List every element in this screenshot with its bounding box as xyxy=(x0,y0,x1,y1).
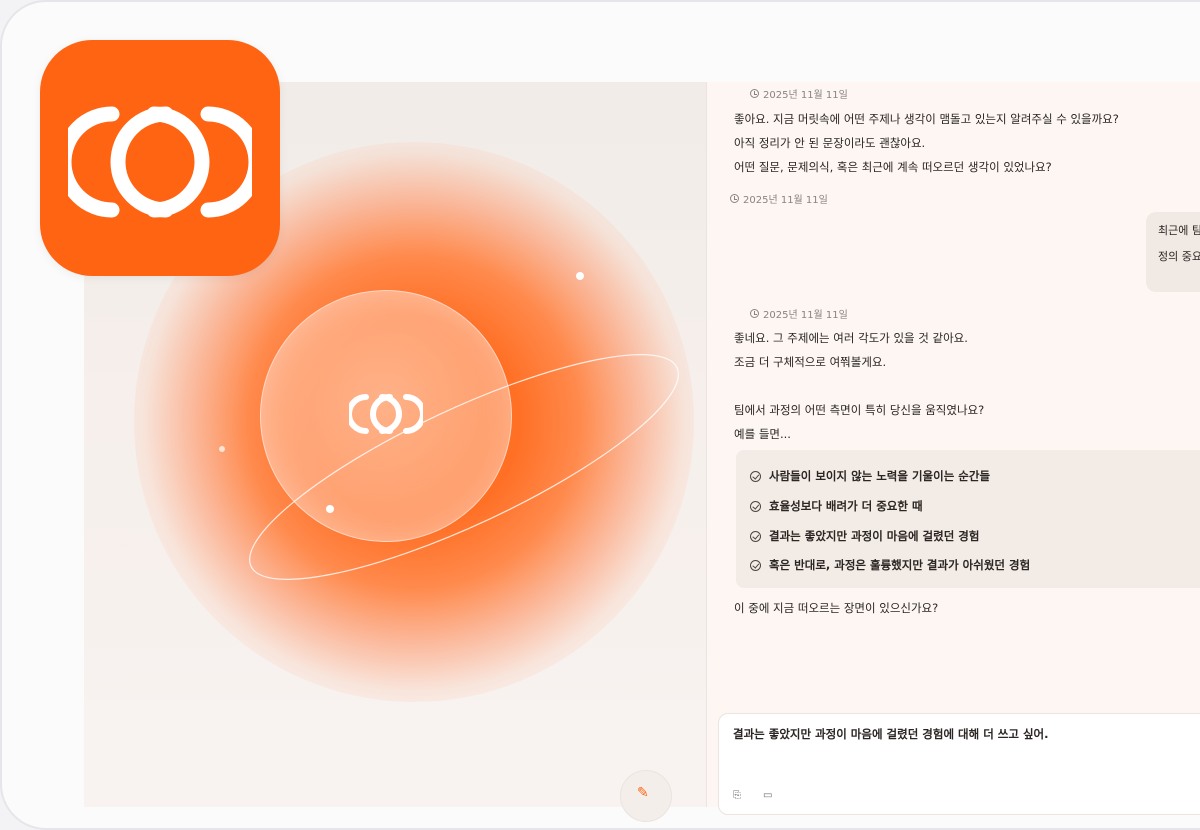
clock-icon xyxy=(750,89,759,98)
ai-message: 좋아요. 지금 머릿속에 어떤 주제나 생각이 맴돌고 있는지 알려주실 수 있… xyxy=(734,107,1119,179)
check-circle-icon xyxy=(750,470,761,482)
composer-text[interactable]: 결과는 좋았지만 과정이 마음에 걸렸던 경험에 대해 더 쓰고 싶어. xyxy=(733,726,1048,742)
ai-message: 좋네요. 그 주제에는 여러 각도가 있을 것 같아요. 조금 더 구체적으로 … xyxy=(734,326,984,446)
message-timestamp: 2025년 11월 11일 xyxy=(750,86,848,101)
check-circle-icon xyxy=(750,530,761,542)
message-line: 좋아요. 지금 머릿속에 어떤 주제나 생각이 맴돌고 있는지 알려주실 수 있… xyxy=(734,112,1119,126)
attach-icon[interactable]: ⎘ xyxy=(733,790,741,801)
message-line: 팀에서 과정의 어떤 측면이 특히 당신을 움직였나요? xyxy=(734,403,985,417)
note-icon: ✎ xyxy=(637,785,649,801)
user-message-bubble: 최근에 팀 정의 중요 xyxy=(1146,212,1200,292)
suggestion-option[interactable]: 사람들이 보이지 않는 노력을 기울이는 순간들 xyxy=(750,468,990,484)
clock-icon xyxy=(730,194,739,203)
suggestion-list: 사람들이 보이지 않는 노력을 기울이는 순간들 효율성보다 배려가 더 중요한… xyxy=(736,450,1200,588)
check-circle-icon xyxy=(750,500,761,512)
message-line: 예를 들면... xyxy=(734,427,791,441)
message-timestamp: 2025년 11월 11일 xyxy=(750,306,848,321)
message-line: 정의 중요 xyxy=(1158,250,1200,263)
check-circle-icon xyxy=(750,559,761,571)
app-icon xyxy=(40,40,280,276)
clock-icon xyxy=(750,309,759,318)
image-icon[interactable]: ▭ xyxy=(763,790,772,801)
ai-question: 이 중에 지금 떠오르는 장면이 있으신가요? xyxy=(734,601,939,615)
message-timestamp: 2025년 11월 11일 xyxy=(730,191,828,206)
message-line: 조금 더 구체적으로 여쭤볼게요. xyxy=(734,355,887,369)
message-line: 최근에 팀 xyxy=(1158,224,1200,237)
suggestion-option[interactable]: 효율성보다 배려가 더 중요한 때 xyxy=(750,498,923,514)
suggestion-option[interactable]: 혹은 반대로, 과정은 훌륭했지만 결과가 아쉬웠던 경험 xyxy=(750,557,1030,573)
suggestion-option[interactable]: 결과는 좋았지만 과정이 마음에 걸렸던 경험 xyxy=(750,528,979,544)
note-button[interactable]: ✎ xyxy=(620,770,672,822)
message-line: 좋네요. 그 주제에는 여러 각도가 있을 것 같아요. xyxy=(734,331,968,345)
message-line: 아직 정리가 안 된 문장이라도 괜찮아요. xyxy=(734,136,926,150)
overlapping-rings-logo-icon xyxy=(68,106,252,218)
message-line: 어떤 질문, 문제의식, 혹은 최근에 계속 떠오르던 생각이 있었나요? xyxy=(734,160,1052,174)
